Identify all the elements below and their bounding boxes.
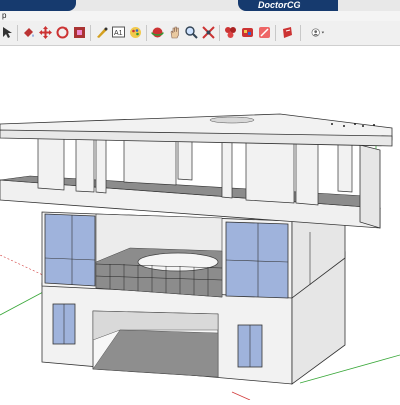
toolbar-separator [17, 25, 18, 41]
orbit-icon[interactable] [150, 25, 165, 40]
brand-watermark: DoctorCG [238, 0, 338, 11]
toolbar-separator [275, 25, 276, 41]
user-account-icon[interactable] [306, 25, 330, 40]
zoom-icon[interactable] [184, 25, 199, 40]
styles-icon[interactable] [257, 25, 272, 40]
move-icon[interactable] [38, 25, 53, 40]
main-toolbar: A1 [0, 21, 400, 46]
title-bar: DoctorCG [0, 0, 400, 11]
scale-icon[interactable] [72, 25, 87, 40]
red-axis-line-2 [231, 391, 251, 401]
text-tool-icon[interactable]: A1 [111, 25, 126, 40]
roof-skylight [209, 116, 255, 124]
tape-measure-icon[interactable] [94, 25, 109, 40]
brand-right-label: DoctorCG [258, 0, 301, 10]
second-floor-side-wall [359, 144, 381, 229]
menu-bar: p [0, 11, 400, 21]
toolbar-separator [219, 25, 220, 41]
svg-text:A1: A1 [114, 30, 123, 37]
stair-opening [137, 252, 219, 272]
paint-icon[interactable] [128, 25, 143, 40]
toolbar-separator [300, 25, 301, 41]
menu-fragment[interactable]: p [2, 11, 6, 21]
toolbar-separator [90, 25, 91, 41]
toolbar-separator [146, 25, 147, 41]
rotate-icon[interactable] [55, 25, 70, 40]
modeling-viewport[interactable] [0, 46, 400, 401]
select-tool-icon[interactable] [0, 25, 15, 40]
materials-icon[interactable] [240, 25, 255, 40]
paint-bucket-icon[interactable] [21, 25, 36, 40]
pan-icon[interactable] [167, 25, 182, 40]
zoom-extents-icon[interactable] [201, 25, 216, 40]
first-floor-window-left [44, 213, 96, 287]
components-icon[interactable] [223, 25, 238, 40]
brand-tab [0, 0, 76, 11]
model-canvas[interactable] [0, 46, 400, 401]
section-plane-icon[interactable] [280, 25, 295, 40]
